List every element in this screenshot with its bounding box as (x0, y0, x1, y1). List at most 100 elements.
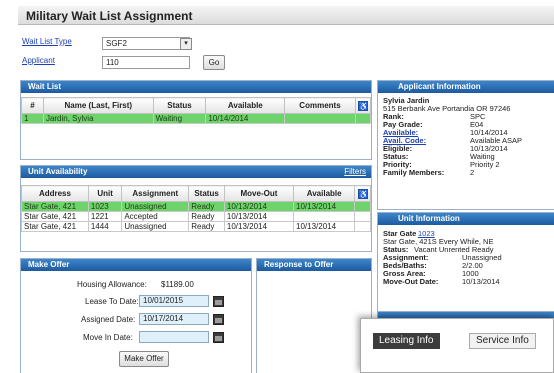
calendar-icon[interactable] (213, 332, 224, 343)
make-offer-button[interactable]: Make Offer (119, 351, 169, 367)
assigned-date-input[interactable]: 10/17/2014 (139, 313, 209, 325)
response-to-offer-panel: Response to Offer (256, 258, 372, 373)
wait-list-header: Wait List (21, 81, 371, 93)
row-comments (284, 113, 356, 124)
row-assignment: Unassigned (121, 221, 190, 232)
unit-availability-table: Address Unit Assignment Status Move-Out … (21, 185, 371, 232)
wait-list-type-select[interactable]: SGF2 (102, 37, 190, 50)
row-num: 1 (21, 113, 44, 124)
col-status[interactable]: Status (152, 97, 207, 114)
unit-availability-title: Unit Availability (28, 167, 88, 176)
row-available: 10/13/2014 (293, 221, 356, 232)
wait-list-type-value: SGF2 (106, 39, 127, 48)
wheelchair-icon: ♿ (357, 188, 369, 199)
leasing-popup: Leasing Info Service Info (360, 318, 554, 373)
table-row[interactable]: Star Gate, 421 1221 Accepted Ready 10/13… (21, 211, 371, 222)
row-move-out: 10/13/2014 (223, 211, 295, 222)
col-accessibility: ♿ (354, 97, 371, 114)
row-unit: 1221 (87, 211, 123, 222)
wait-list-panel: Wait List # Name (Last, First) Status Av… (20, 80, 372, 160)
row-available (293, 211, 356, 222)
row-move-out: 10/13/2014 (223, 201, 295, 212)
row-available: 10/13/2014 (293, 201, 356, 212)
move-in-date-label: Move In Date: (83, 333, 133, 342)
row-status: Ready (188, 201, 225, 212)
unit-info-header: Unit Information (378, 213, 554, 225)
page-title-bar: Military Wait List Assignment (18, 6, 554, 25)
assigned-date-label: Assigned Date: (81, 315, 136, 324)
make-offer-header: Make Offer (21, 259, 251, 271)
wait-list-header-row: # Name (Last, First) Status Available Co… (21, 97, 371, 114)
row-address: Star Gate, 421 (21, 221, 89, 232)
row-accessibility (354, 211, 371, 222)
row-available: 10/14/2014 (205, 113, 286, 124)
chevron-down-icon[interactable]: ▾ (180, 38, 192, 50)
filters-link[interactable]: Filters (344, 166, 366, 178)
applicant-value: 110 (106, 58, 119, 67)
wait-list-title: Wait List (28, 82, 62, 91)
unit-info-panel: Unit Information Star Gate 1023 Star Gat… (377, 212, 554, 318)
col-unit-available[interactable]: Available (293, 185, 356, 202)
table-row[interactable]: Star Gate, 421 1444 Unassigned Ready 10/… (21, 221, 371, 232)
col-assignment[interactable]: Assignment (121, 185, 190, 202)
tab-leasing-info[interactable]: Leasing Info (373, 333, 440, 349)
lease-to-date-input[interactable]: 10/01/2015 (139, 295, 209, 307)
row-unit: 1444 (87, 221, 123, 232)
col-unit[interactable]: Unit (87, 185, 123, 202)
response-to-offer-title: Response to Offer (264, 260, 334, 269)
table-row[interactable]: 1 Jardin, Sylvia Waiting 10/14/2014 (21, 113, 371, 124)
housing-allowance-label: Housing Allowance: (77, 280, 147, 289)
row-accessibility (354, 201, 371, 212)
go-button[interactable]: Go (203, 55, 225, 70)
col-comments[interactable]: Comments (284, 97, 356, 114)
make-offer-title: Make Offer (28, 260, 70, 269)
applicant-info-panel: Applicant Information Sylvia Jardin 515 … (377, 80, 554, 210)
row-assignment: Unassigned (121, 201, 190, 212)
family-members-label: Family Members: (383, 168, 445, 177)
row-move-out: 10/13/2014 (223, 221, 295, 232)
tab-service-info[interactable]: Service Info (469, 333, 536, 349)
row-unit: 1023 (87, 201, 123, 212)
calendar-icon[interactable] (213, 296, 224, 307)
row-address: Star Gate, 421 (21, 201, 89, 212)
housing-allowance-value: $1189.00 (161, 280, 194, 289)
col-available[interactable]: Available (205, 97, 286, 114)
move-in-date-input[interactable] (139, 331, 209, 343)
col-move-out[interactable]: Move-Out (223, 185, 295, 202)
row-address: Star Gate, 421 (21, 211, 89, 222)
page-title: Military Wait List Assignment (26, 9, 193, 23)
col-address[interactable]: Address (21, 185, 89, 202)
applicant-link[interactable]: Applicant (22, 56, 55, 65)
row-accessibility (354, 221, 371, 232)
row-status: Ready (188, 211, 225, 222)
lease-to-date-label: Lease To Date: (85, 297, 139, 306)
wait-list-type-link[interactable]: Wait List Type (22, 37, 72, 46)
move-out-date-value: 10/13/2014 (462, 277, 500, 286)
row-name: Jardin, Sylvia (42, 113, 154, 124)
assigned-date-value: 10/17/2014 (143, 314, 184, 323)
col-num[interactable]: # (21, 97, 44, 114)
row-accessibility (354, 113, 371, 124)
calendar-icon[interactable] (213, 314, 224, 325)
table-row[interactable]: Star Gate, 421 1023 Unassigned Ready 10/… (21, 201, 371, 212)
applicant-input[interactable]: 110 (102, 56, 190, 69)
applicant-info-header: Applicant Information (378, 81, 554, 93)
lease-to-date-value: 10/01/2015 (143, 296, 184, 305)
wait-list-table: # Name (Last, First) Status Available Co… (21, 97, 371, 124)
applicant-info-title: Applicant Information (398, 82, 481, 91)
col-name[interactable]: Name (Last, First) (42, 97, 154, 114)
unit-info-title: Unit Information (398, 214, 460, 223)
col-unit-status[interactable]: Status (188, 185, 225, 202)
family-members-value: 2 (470, 168, 475, 177)
unit-header-row: Address Unit Assignment Status Move-Out … (21, 185, 371, 202)
row-status: Ready (188, 221, 225, 232)
make-offer-panel: Make Offer Housing Allowance: $1189.00 L… (20, 258, 252, 373)
unit-availability-header: Unit Availability Filters (21, 166, 371, 178)
response-to-offer-header: Response to Offer (257, 259, 371, 271)
move-out-date-label: Move-Out Date: (383, 277, 439, 286)
row-status: Waiting (152, 113, 207, 124)
unit-availability-panel: Unit Availability Filters Address Unit A… (20, 165, 372, 252)
wheelchair-icon: ♿ (357, 100, 369, 111)
priority-value: Priority 2 (470, 160, 500, 169)
col-unit-accessibility: ♿ (354, 185, 371, 202)
